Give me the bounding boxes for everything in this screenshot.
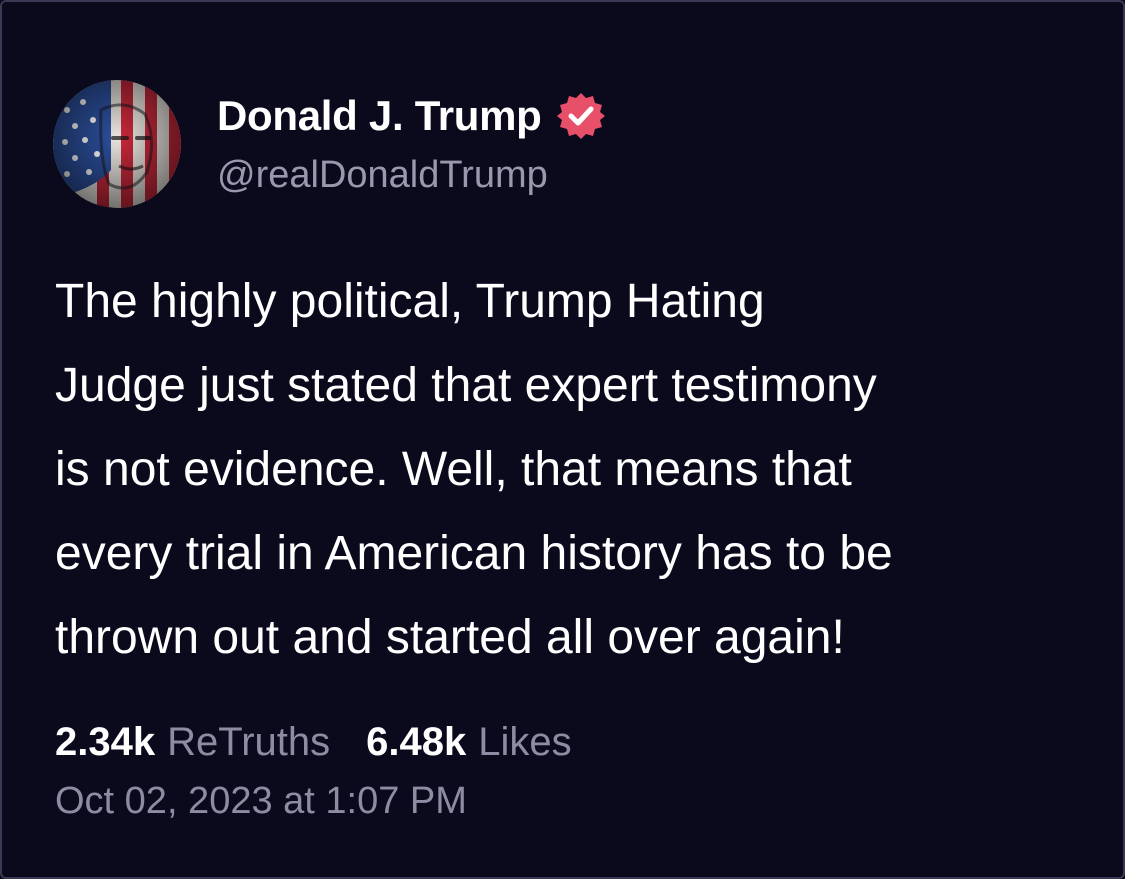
retruths-count: 2.34k — [55, 719, 156, 764]
post-timestamp[interactable]: Oct 02, 2023 at 1:07 PM — [55, 780, 467, 823]
author-avatar[interactable] — [53, 80, 181, 208]
post-text-line: Judge just stated that expert testimony — [55, 359, 877, 412]
likes-label: Likes — [478, 719, 572, 764]
post-text-line: is not evidence. Well, that means that — [55, 443, 852, 496]
author-handle[interactable]: @realDonaldTrump — [217, 154, 548, 197]
post-text-line: thrown out and started all over again! — [55, 611, 845, 664]
retruths-stat[interactable]: 2.34k ReTruths — [55, 720, 330, 765]
verified-badge-icon — [556, 91, 606, 141]
post-card: Donald J. Trump @realDonaldTrump The hig… — [0, 0, 1125, 879]
author-name-row: Donald J. Trump — [217, 88, 606, 144]
likes-stat[interactable]: 6.48k Likes — [366, 720, 572, 765]
post-stats: 2.34k ReTruths 6.48k Likes — [55, 714, 608, 770]
retruths-label: ReTruths — [167, 719, 331, 764]
flag-portrait-avatar-icon — [53, 80, 181, 208]
post-body: The highly political, Trump Hating Judge… — [55, 260, 1085, 680]
author-display-name[interactable]: Donald J. Trump — [217, 92, 542, 140]
post-text-line: every trial in American history has to b… — [55, 527, 893, 580]
post-text-line: The highly political, Trump Hating — [55, 275, 765, 328]
likes-count: 6.48k — [366, 719, 467, 764]
